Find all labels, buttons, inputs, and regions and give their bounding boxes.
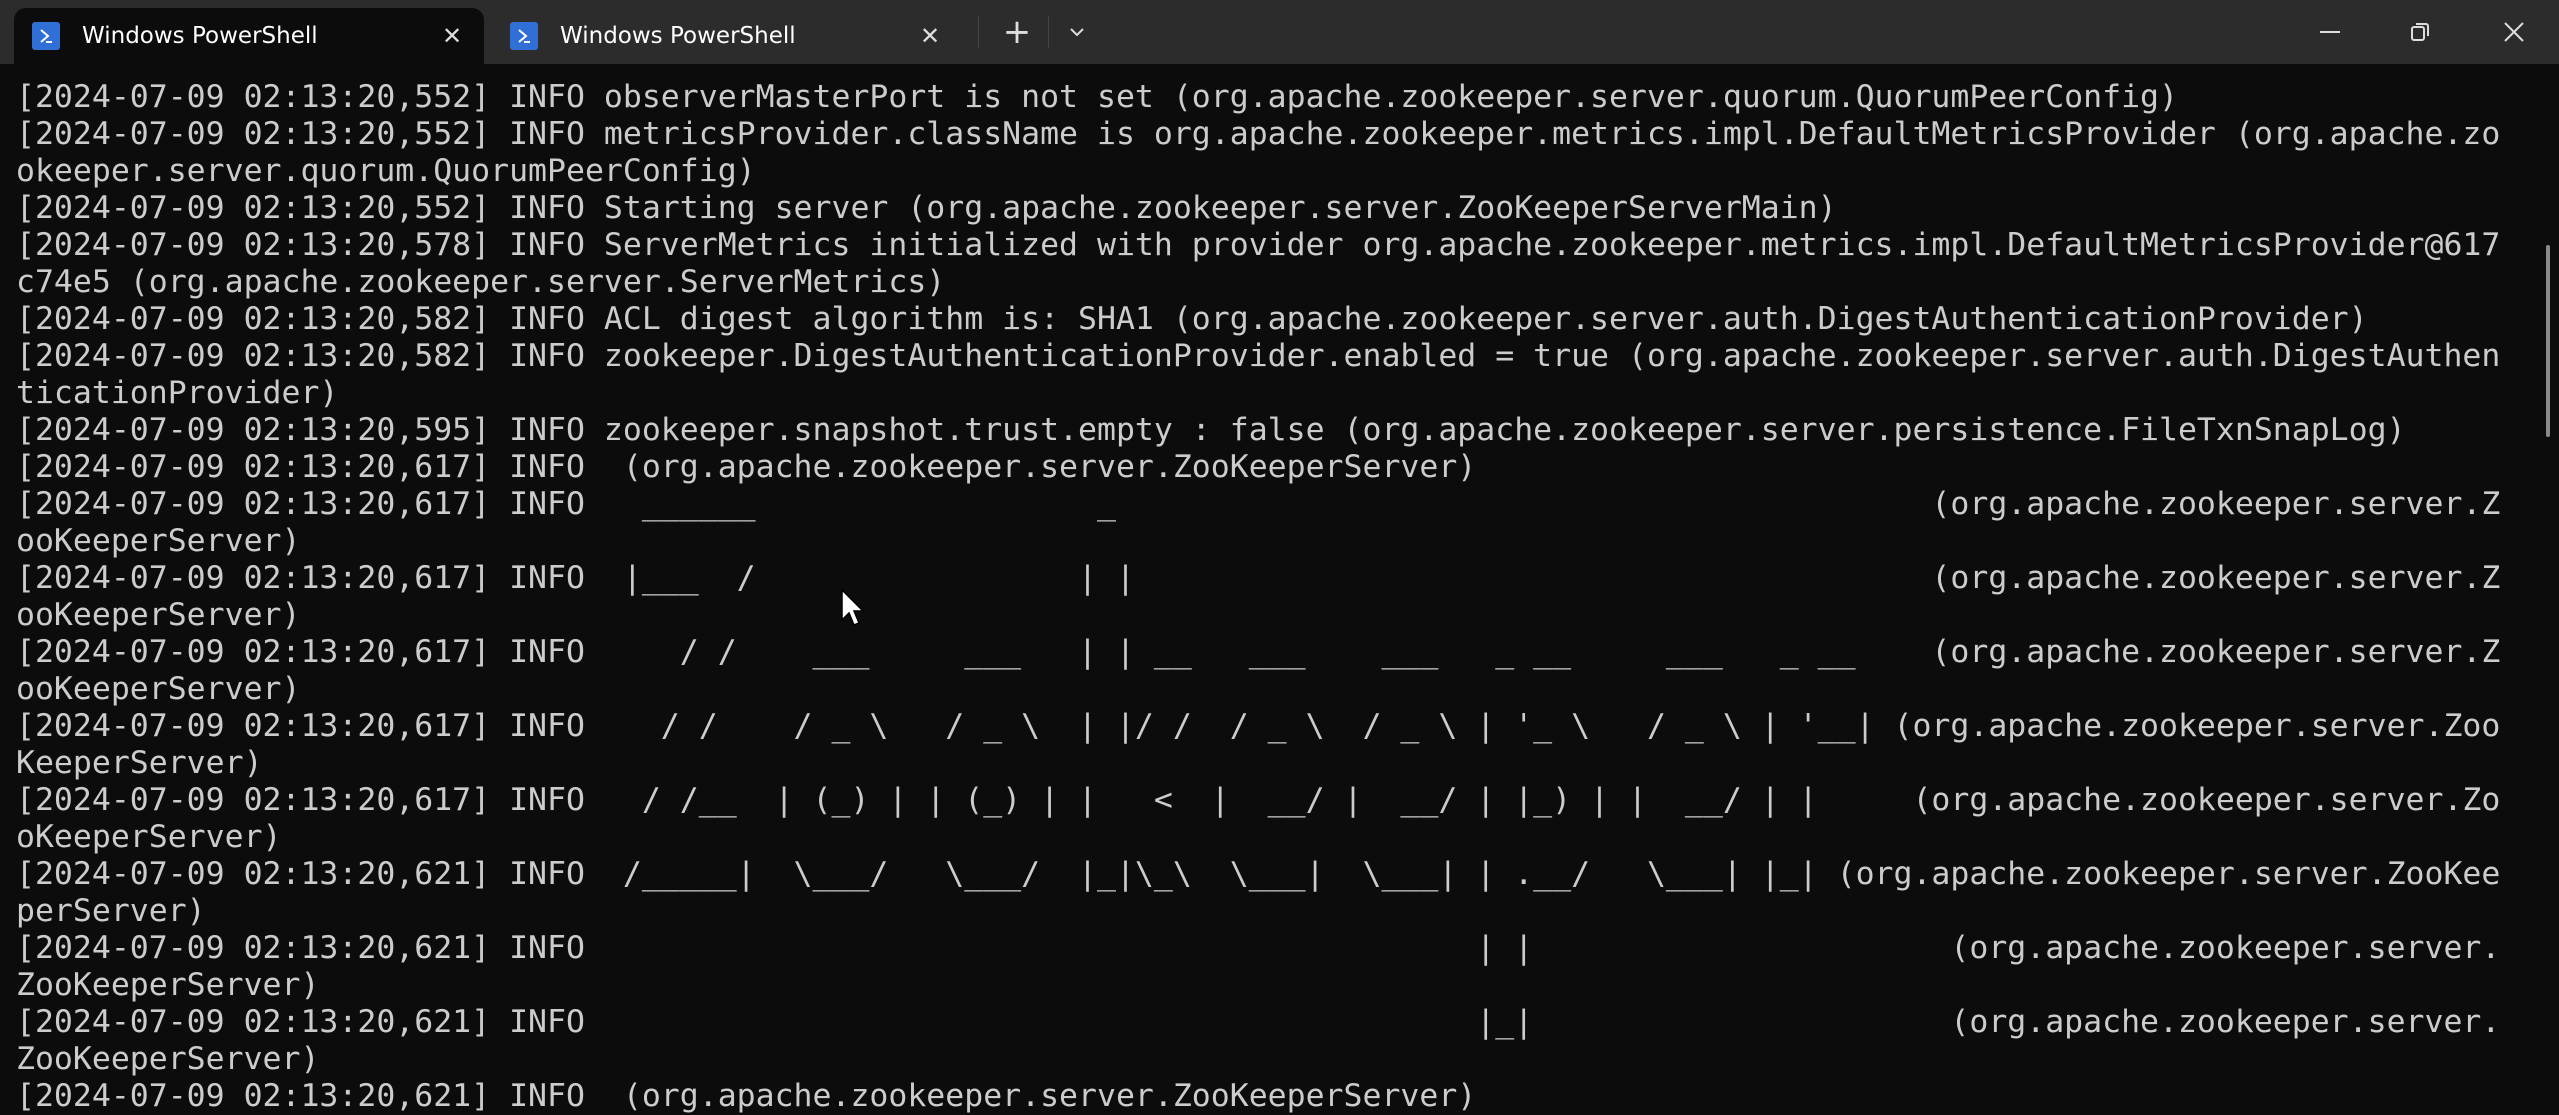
log-line: [2024-07-09 02:13:20,578] INFO ServerMet…	[16, 227, 2501, 263]
tab-windows-powershell-1[interactable]: Windows PowerShell ✕	[14, 8, 484, 64]
log-line: [2024-07-09 02:13:20,582] INFO zookeeper…	[16, 338, 2501, 374]
restore-button[interactable]	[2392, 10, 2448, 54]
log-line: [2024-07-09 02:13:20,617] INFO / / ___ _…	[16, 634, 2501, 670]
log-line: [2024-07-09 02:13:20,617] INFO |___ / | …	[16, 560, 2501, 596]
log-line: KeeperServer)	[16, 745, 263, 781]
log-line: [2024-07-09 02:13:20,617] INFO / / / _ \…	[16, 708, 2501, 744]
terminal-output[interactable]: [2024-07-09 02:13:20,552] INFO observerM…	[16, 79, 2500, 1115]
log-entry: [2024-07-09 02:13:20,621] INFO |_| (org.…	[16, 1004, 2500, 1078]
log-line: ZooKeeperServer)	[16, 967, 320, 1003]
log-entry: [2024-07-09 02:13:20,621] INFO /_____| \…	[16, 856, 2500, 930]
restore-icon	[2411, 23, 2429, 41]
log-line: [2024-07-09 02:13:20,617] INFO (org.apac…	[16, 449, 1477, 485]
log-line: [2024-07-09 02:13:20,617] INFO / /__ | (…	[16, 782, 2501, 818]
log-line: [2024-07-09 02:13:20,621] INFO /_____| \…	[16, 856, 2501, 892]
powershell-icon	[510, 22, 538, 50]
tab-windows-powershell-2[interactable]: Windows PowerShell ✕	[492, 8, 962, 64]
log-entry: [2024-07-09 02:13:20,578] INFO ServerMet…	[16, 227, 2500, 301]
log-entry: [2024-07-09 02:13:20,621] INFO (org.apac…	[16, 1078, 2500, 1115]
log-entry: [2024-07-09 02:13:20,617] INFO |___ / | …	[16, 560, 2500, 634]
log-entry: [2024-07-09 02:13:20,582] INFO zookeeper…	[16, 338, 2500, 412]
tab-dropdown-button[interactable]	[1056, 10, 1098, 54]
log-line: [2024-07-09 02:13:20,595] INFO zookeeper…	[16, 412, 2406, 448]
log-line: oKeeperServer)	[16, 819, 282, 855]
log-line: perServer)	[16, 893, 206, 929]
log-line: [2024-07-09 02:13:20,552] INFO observerM…	[16, 79, 2178, 115]
log-entry: [2024-07-09 02:13:20,617] INFO (org.apac…	[16, 449, 2500, 486]
log-entry: [2024-07-09 02:13:20,617] INFO / / ___ _…	[16, 634, 2500, 708]
log-line: [2024-07-09 02:13:20,617] INFO ______ _ …	[16, 486, 2501, 522]
title-bar: Windows PowerShell ✕ Windows PowerShell …	[0, 0, 2559, 64]
log-entry: [2024-07-09 02:13:20,552] INFO metricsPr…	[16, 116, 2500, 190]
log-line: c74e5 (org.apache.zookeeper.server.Serve…	[16, 264, 946, 300]
log-line: ooKeeperServer)	[16, 597, 301, 633]
log-line: [2024-07-09 02:13:20,552] INFO Starting …	[16, 190, 1837, 226]
divider	[978, 16, 979, 48]
log-line: [2024-07-09 02:13:20,552] INFO metricsPr…	[16, 116, 2501, 152]
chevron-down-icon	[1070, 28, 1084, 37]
log-line: ZooKeeperServer)	[16, 1041, 320, 1077]
log-line: [2024-07-09 02:13:20,582] INFO ACL diges…	[16, 301, 2368, 337]
minimize-button[interactable]	[2302, 10, 2358, 54]
log-entry: [2024-07-09 02:13:20,617] INFO ______ _ …	[16, 486, 2500, 560]
powershell-icon	[32, 22, 60, 50]
new-tab-button[interactable]: +	[994, 10, 1040, 54]
mouse-pointer-icon	[841, 588, 865, 626]
log-line: ticationProvider)	[16, 375, 339, 411]
log-line: [2024-07-09 02:13:20,621] INFO (org.apac…	[16, 1078, 1477, 1114]
log-entry: [2024-07-09 02:13:20,617] INFO / /__ | (…	[16, 782, 2500, 856]
close-icon	[2504, 22, 2524, 42]
tab-label: Windows PowerShell	[560, 23, 796, 49]
close-window-button[interactable]	[2486, 10, 2542, 54]
close-tab-icon[interactable]: ✕	[432, 22, 472, 50]
log-line: [2024-07-09 02:13:20,621] INFO | | (org.…	[16, 930, 2501, 966]
minimize-icon	[2320, 31, 2340, 33]
log-line: okeeper.server.quorum.QuorumPeerConfig)	[16, 153, 756, 189]
scrollbar[interactable]	[2546, 245, 2550, 437]
log-line: [2024-07-09 02:13:20,621] INFO |_| (org.…	[16, 1004, 2501, 1040]
log-entry: [2024-07-09 02:13:20,617] INFO / / / _ \…	[16, 708, 2500, 782]
log-entry: [2024-07-09 02:13:20,552] INFO observerM…	[16, 79, 2500, 116]
log-entry: [2024-07-09 02:13:20,595] INFO zookeeper…	[16, 412, 2500, 449]
log-entry: [2024-07-09 02:13:20,621] INFO | | (org.…	[16, 930, 2500, 1004]
close-tab-icon[interactable]: ✕	[910, 22, 950, 50]
log-line: ooKeeperServer)	[16, 523, 301, 559]
log-entry: [2024-07-09 02:13:20,552] INFO Starting …	[16, 190, 2500, 227]
tab-label: Windows PowerShell	[82, 23, 318, 49]
log-line: ooKeeperServer)	[16, 671, 301, 707]
log-entry: [2024-07-09 02:13:20,582] INFO ACL diges…	[16, 301, 2500, 338]
divider	[1048, 16, 1049, 48]
